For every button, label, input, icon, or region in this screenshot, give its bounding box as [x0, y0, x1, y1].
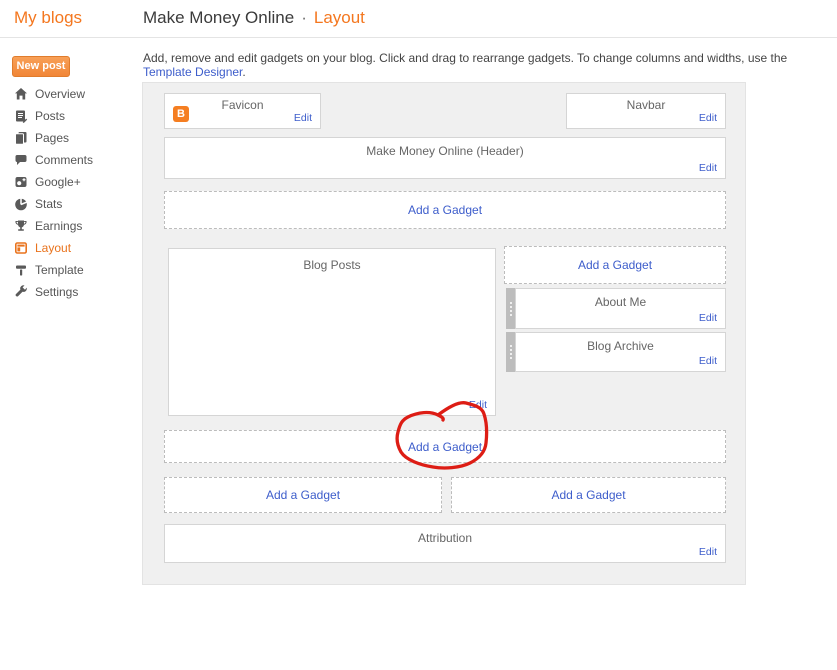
- instructions-text: Add, remove and edit gadgets on your blo…: [143, 51, 823, 79]
- gadget-blog-archive[interactable]: Blog Archive Edit: [515, 332, 726, 372]
- blogger-favicon-icon: B: [173, 106, 189, 122]
- sidebar-item-label: Stats: [35, 197, 62, 211]
- instructions-period: .: [242, 65, 245, 79]
- add-gadget-zone-main-circled: Add a Gadget: [164, 430, 726, 463]
- gadget-title: About Me: [516, 295, 725, 309]
- gadget-title: Make Money Online (Header): [165, 144, 725, 158]
- my-blogs-link[interactable]: My blogs: [14, 8, 82, 28]
- edit-link[interactable]: Edit: [294, 112, 312, 124]
- google-plus-icon: [14, 175, 28, 189]
- sidebar-item-google-plus[interactable]: Google+: [0, 171, 130, 193]
- title-separator: ·: [294, 8, 314, 27]
- gadget-about-me[interactable]: About Me Edit: [515, 288, 726, 329]
- layout-editor-panel: Favicon B Edit Navbar Edit Make Money On…: [142, 82, 746, 585]
- gadget-attribution[interactable]: Attribution Edit: [164, 524, 726, 563]
- add-gadget-link[interactable]: Add a Gadget: [408, 203, 482, 217]
- sidebar-item-label: Layout: [35, 241, 71, 255]
- edit-link[interactable]: Edit: [699, 312, 717, 324]
- posts-icon: [14, 109, 28, 123]
- sidebar-item-settings[interactable]: Settings: [0, 281, 130, 303]
- add-gadget-link[interactable]: Add a Gadget: [578, 258, 652, 272]
- sidebar-item-overview[interactable]: Overview: [0, 83, 130, 105]
- edit-link[interactable]: Edit: [699, 355, 717, 367]
- add-gadget-link[interactable]: Add a Gadget: [551, 488, 625, 502]
- stats-icon: [14, 197, 28, 211]
- edit-link[interactable]: Edit: [469, 399, 487, 411]
- gadget-blog-posts[interactable]: Blog Posts Edit: [168, 248, 496, 416]
- sidebar-item-label: Overview: [35, 87, 85, 101]
- sidebar-item-earnings[interactable]: Earnings: [0, 215, 130, 237]
- sidebar-item-label: Earnings: [35, 219, 82, 233]
- gadget-title: Attribution: [165, 531, 725, 545]
- sidebar-item-layout[interactable]: Layout: [0, 237, 130, 259]
- add-gadget-zone-top: Add a Gadget: [164, 191, 726, 229]
- drag-handle[interactable]: [506, 288, 515, 329]
- comments-icon: [14, 153, 28, 167]
- template-designer-link[interactable]: Template Designer: [143, 65, 242, 79]
- sidebar-item-pages[interactable]: Pages: [0, 127, 130, 149]
- new-post-button[interactable]: New post: [12, 56, 70, 77]
- instructions-body: Add, remove and edit gadgets on your blo…: [143, 51, 787, 65]
- sidebar-item-label: Template: [35, 263, 84, 277]
- gadget-favicon[interactable]: Favicon B Edit: [164, 93, 321, 129]
- sidebar-item-stats[interactable]: Stats: [0, 193, 130, 215]
- sidebar-item-label: Settings: [35, 285, 78, 299]
- gadget-title: Navbar: [567, 98, 725, 112]
- earnings-icon: [14, 219, 28, 233]
- add-gadget-zone-sidebar: Add a Gadget: [504, 246, 726, 284]
- sidebar-item-posts[interactable]: Posts: [0, 105, 130, 127]
- drag-handle[interactable]: [506, 332, 515, 372]
- edit-link[interactable]: Edit: [699, 162, 717, 174]
- sidebar-item-comments[interactable]: Comments: [0, 149, 130, 171]
- add-gadget-link[interactable]: Add a Gadget: [266, 488, 340, 502]
- page-title: Make Money Online·Layout: [143, 8, 365, 28]
- template-icon: [14, 263, 28, 277]
- add-gadget-zone-footer-left: Add a Gadget: [164, 477, 442, 513]
- edit-link[interactable]: Edit: [699, 546, 717, 558]
- add-gadget-zone-footer-right: Add a Gadget: [451, 477, 726, 513]
- sidebar-item-template[interactable]: Template: [0, 259, 130, 281]
- pages-icon: [14, 131, 28, 145]
- header-divider: [0, 37, 837, 38]
- current-page-name: Layout: [314, 8, 365, 27]
- sidebar-item-label: Pages: [35, 131, 69, 145]
- gadget-navbar[interactable]: Navbar Edit: [566, 93, 726, 129]
- blog-title: Make Money Online: [143, 8, 294, 27]
- layout-icon: [14, 241, 28, 255]
- gadget-header[interactable]: Make Money Online (Header) Edit: [164, 137, 726, 179]
- blogger-layout-page: My blogs Make Money Online·Layout New po…: [0, 0, 837, 670]
- sidebar-item-label: Google+: [35, 175, 81, 189]
- settings-icon: [14, 285, 28, 299]
- gadget-title: Blog Posts: [169, 258, 495, 272]
- sidebar-nav: Overview Posts Pages Comments Google+: [0, 83, 130, 303]
- sidebar-item-label: Comments: [35, 153, 93, 167]
- home-icon: [14, 87, 28, 101]
- sidebar-item-label: Posts: [35, 109, 65, 123]
- gadget-title: Blog Archive: [516, 339, 725, 353]
- add-gadget-link[interactable]: Add a Gadget: [408, 440, 482, 454]
- edit-link[interactable]: Edit: [699, 112, 717, 124]
